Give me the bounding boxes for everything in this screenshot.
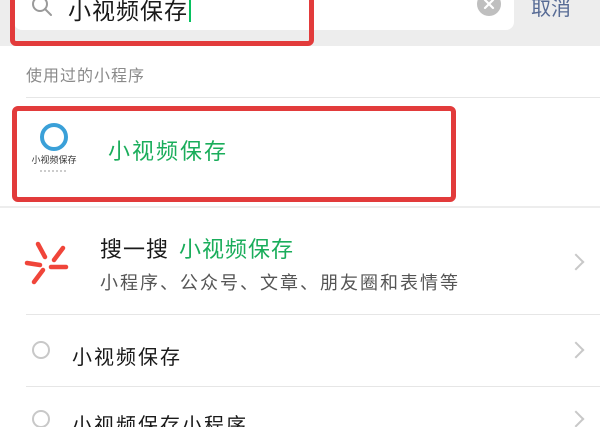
divider bbox=[26, 386, 600, 387]
section-label-recent: 使用过的小程序 bbox=[26, 66, 146, 85]
recent-app-name: 小视频保存 bbox=[108, 140, 229, 165]
sousou-entry[interactable] bbox=[0, 210, 600, 314]
sousou-subtitle: 小程序、公众号、文章、朋友圈和表情等 bbox=[100, 273, 460, 294]
app-logo-icon: 小视频保存 bbox=[31, 123, 77, 172]
search-icon bbox=[32, 410, 50, 427]
clear-icon[interactable] bbox=[477, 0, 501, 16]
divider bbox=[26, 314, 600, 315]
search-input-value: 小视频保存 bbox=[68, 0, 188, 25]
suggestion-text: 小视频保存 bbox=[72, 345, 182, 369]
sousou-title: 搜一搜 小视频保存 bbox=[100, 232, 294, 264]
text-caret bbox=[189, 0, 191, 22]
divider bbox=[26, 97, 600, 98]
search-icon bbox=[32, 0, 52, 16]
sousou-icon bbox=[24, 241, 69, 285]
app-logo-text: 小视频保存 bbox=[31, 154, 76, 166]
sousou-query: 小视频保存 bbox=[179, 238, 295, 263]
clear-x-glyph bbox=[483, 0, 495, 10]
cancel-button[interactable]: 取消 bbox=[531, 0, 571, 21]
search-icon bbox=[32, 341, 50, 359]
sousou-label: 搜一搜 bbox=[100, 238, 170, 263]
search-input[interactable]: 小视频保存 bbox=[68, 0, 191, 26]
suggestion-text: 小视频保存小程序 bbox=[72, 413, 248, 427]
